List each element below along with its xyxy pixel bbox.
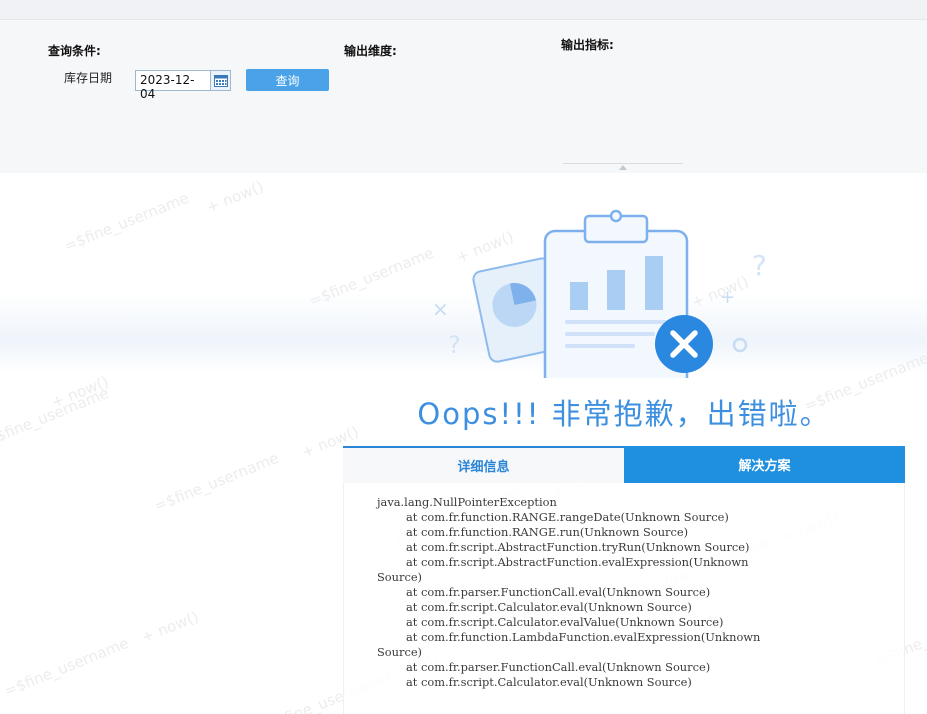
stack-trace-line: at com.fr.script.AbstractFunction.evalEx… bbox=[377, 555, 749, 569]
error-title: Oops!!! 非常抱歉，出错啦。 bbox=[417, 397, 831, 431]
svg-text:?: ? bbox=[448, 331, 461, 359]
watermark-text: =$fine_username bbox=[1, 633, 132, 701]
stack-trace-line: at com.fr.script.Calculator.eval(Unknown… bbox=[377, 600, 692, 614]
stack-trace-line: at com.fr.function.RANGE.rangeDate(Unkno… bbox=[377, 510, 729, 524]
stack-trace: java.lang.NullPointerException at com.fr… bbox=[377, 495, 897, 690]
error-detail-panel[interactable]: java.lang.NullPointerException at com.fr… bbox=[343, 483, 905, 714]
stack-trace-line: at com.fr.parser.FunctionCall.eval(Unkno… bbox=[377, 660, 711, 674]
svg-text:×: × bbox=[432, 297, 449, 321]
stack-trace-line: Source) bbox=[377, 645, 423, 659]
stack-trace-line: at com.fr.function.LambdaFunction.evalEx… bbox=[377, 630, 761, 644]
watermark-text: + now() bbox=[138, 607, 202, 647]
clipboard-chart-illustration: × ? ? + bbox=[432, 209, 767, 378]
watermark-text: + now() bbox=[203, 177, 267, 217]
watermark-text: =$fine_username bbox=[0, 383, 112, 451]
error-x-icon bbox=[655, 315, 713, 373]
svg-text:+: + bbox=[720, 287, 735, 308]
stack-trace-line: java.lang.NullPointerException bbox=[377, 495, 557, 509]
tab-solution[interactable]: 解决方案 bbox=[624, 446, 905, 483]
stack-trace-line: Source) bbox=[377, 570, 423, 584]
output-metrics-label: 输出指标: bbox=[561, 38, 614, 52]
stack-trace-line: at com.fr.script.AbstractFunction.tryRun… bbox=[377, 540, 750, 554]
stack-trace-line: at com.fr.parser.FunctionCall.eval(Unkno… bbox=[377, 585, 711, 599]
stack-trace-line: at com.fr.function.RANGE.run(Unknown Sou… bbox=[377, 525, 689, 539]
top-toolbar bbox=[0, 0, 927, 20]
watermark-text: + now() bbox=[48, 372, 112, 412]
inventory-date-input[interactable]: 2023-12-04 bbox=[135, 70, 211, 101]
query-panel: 查询条件: 输出维度: 输出指标: 库存日期 2023-12-04 查询 bbox=[0, 20, 927, 173]
watermark-text: =$fine_username bbox=[61, 188, 192, 256]
svg-text:?: ? bbox=[752, 249, 767, 282]
output-dimension-label: 输出维度: bbox=[344, 44, 397, 58]
query-conditions-label: 查询条件: bbox=[48, 44, 101, 58]
calendar-icon bbox=[213, 75, 228, 87]
inventory-date-label: 库存日期 bbox=[64, 71, 113, 85]
error-page: =$fine_username + now() =$fine_username + n… bbox=[0, 173, 927, 714]
collapse-arrow-icon bbox=[619, 165, 627, 170]
error-tabs: 详细信息 解决方案 bbox=[343, 446, 905, 483]
calendar-button[interactable] bbox=[211, 70, 231, 91]
watermark-text: =$fine_username bbox=[151, 448, 282, 516]
stack-trace-line: at com.fr.script.Calculator.eval(Unknown… bbox=[377, 675, 692, 689]
tab-details[interactable]: 详细信息 bbox=[343, 446, 624, 483]
stack-trace-line: at com.fr.script.Calculator.evalValue(Un… bbox=[377, 615, 724, 629]
query-button[interactable]: 查询 bbox=[246, 69, 329, 91]
